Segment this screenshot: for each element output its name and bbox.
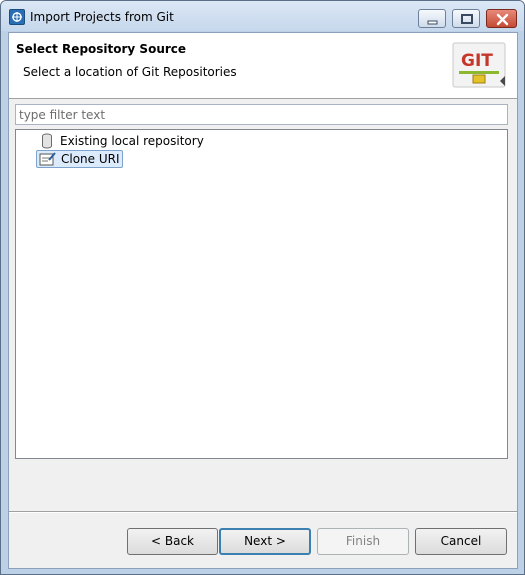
tree-item-label: Clone URI — [61, 152, 120, 166]
next-button[interactable]: Next > — [219, 528, 311, 555]
eclipse-app-icon — [9, 9, 25, 25]
filter-input[interactable] — [15, 104, 508, 125]
git-logo-text: GIT — [461, 51, 493, 71]
maximize-button[interactable] — [452, 9, 480, 28]
tree-item-existing-local-repository[interactable]: Existing local repository — [36, 132, 206, 150]
minimize-icon — [427, 20, 438, 25]
git-logo-icon: GIT — [451, 41, 509, 91]
clone-uri-icon — [39, 151, 57, 167]
repository-source-tree[interactable]: Existing local repository Clone URI — [15, 129, 508, 459]
maximize-icon — [461, 14, 473, 24]
window-title: Import Projects from Git — [30, 10, 174, 24]
repository-icon — [38, 133, 56, 149]
close-icon — [496, 13, 509, 26]
dialog-content: Select Repository Source Select a locati… — [8, 32, 518, 569]
minimize-button[interactable] — [418, 9, 446, 28]
finish-button[interactable]: Finish — [317, 528, 409, 555]
close-button[interactable] — [486, 9, 517, 28]
page-title: Select Repository Source — [16, 42, 187, 56]
page-description: Select a location of Git Repositories — [23, 65, 237, 79]
wizard-header: Select Repository Source Select a locati… — [9, 33, 517, 99]
back-button[interactable]: < Back — [127, 528, 218, 555]
button-bar-separator — [9, 511, 517, 513]
tree-item-label: Existing local repository — [60, 134, 204, 148]
tree-item-clone-uri[interactable]: Clone URI — [36, 150, 123, 168]
cancel-button[interactable]: Cancel — [415, 528, 507, 555]
import-dialog-window: Import Projects from Git Select Reposito… — [0, 0, 525, 575]
title-bar[interactable]: Import Projects from Git — [1, 1, 524, 31]
